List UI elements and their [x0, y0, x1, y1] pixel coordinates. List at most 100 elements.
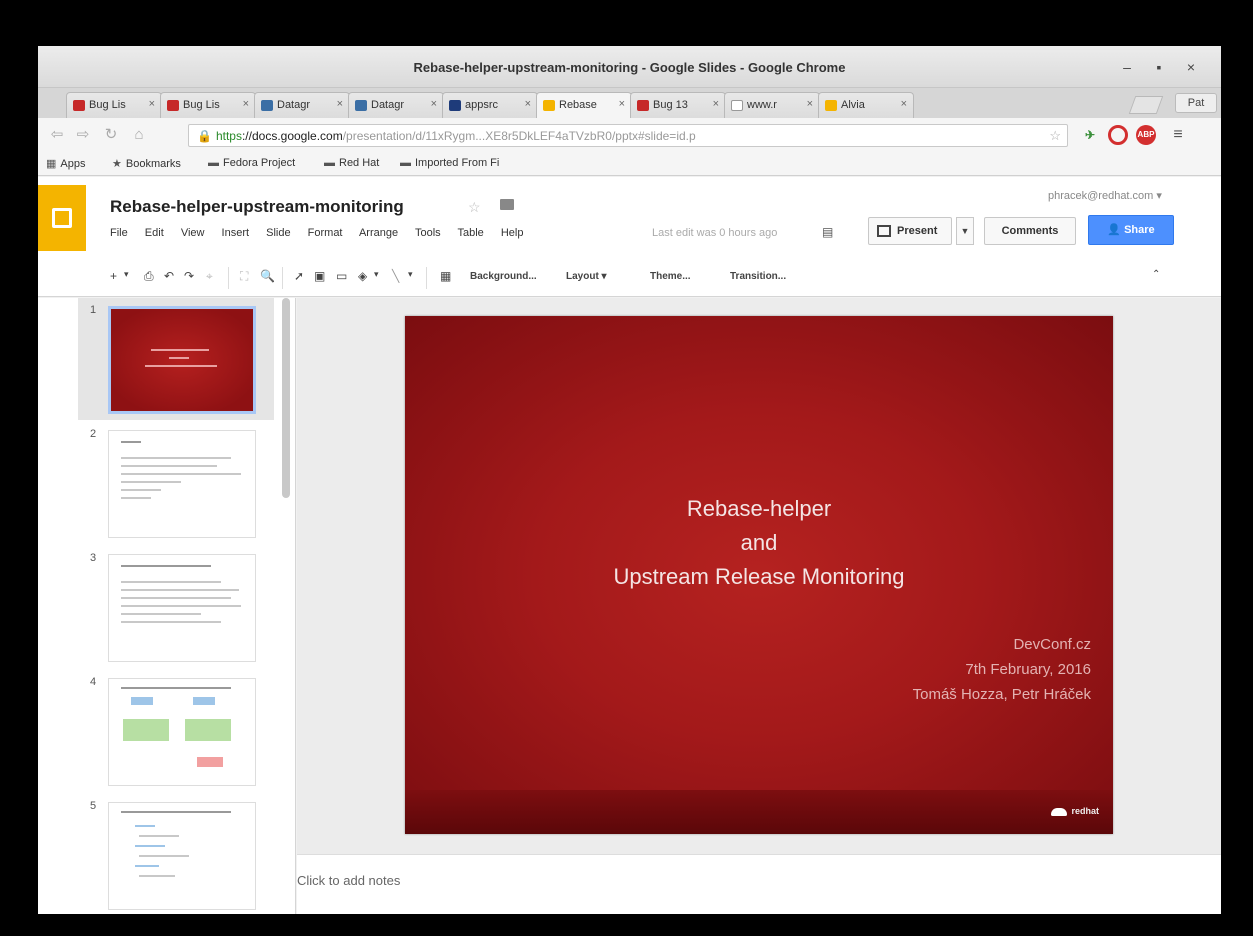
menu-slide[interactable]: Slide — [266, 227, 290, 239]
line-icon[interactable]: ╲ — [392, 269, 399, 283]
share-button[interactable]: 👤 Share — [1088, 215, 1174, 245]
folder-icon[interactable] — [500, 199, 514, 210]
tab-favicon-icon — [355, 100, 367, 111]
minimize-button[interactable]: – — [1118, 58, 1136, 76]
browser-tab[interactable]: appsrc × — [442, 92, 538, 118]
menu-format[interactable]: Format — [308, 227, 343, 239]
last-edit-link[interactable]: Last edit was 0 hours ago — [652, 227, 777, 239]
layout-button[interactable]: Layout ▾ — [566, 271, 607, 282]
chevron-down-icon[interactable]: ▾ — [374, 269, 379, 280]
browser-tab[interactable]: Bug 13 × — [630, 92, 726, 118]
undo-icon[interactable]: ↶ — [164, 269, 174, 283]
bookmark-red-hat[interactable]: ▬ Red Hat — [324, 157, 379, 169]
profile-button[interactable]: Pat — [1175, 93, 1217, 113]
adblock-icon[interactable]: ABP — [1136, 125, 1156, 145]
close-tab-icon[interactable]: × — [807, 98, 813, 110]
slide-thumbnail-4[interactable] — [108, 678, 256, 786]
comments-button[interactable]: Comments — [984, 217, 1076, 245]
redhat-hat-icon — [1051, 807, 1068, 816]
present-dropdown-button[interactable]: ▼ — [956, 217, 974, 245]
close-tab-icon[interactable]: × — [619, 98, 625, 110]
slide-thumbnail-3[interactable] — [108, 554, 256, 662]
bookmark-apps[interactable]: ▦ Apps — [46, 157, 85, 170]
current-slide[interactable]: Rebase-helper and Upstream Release Monit… — [405, 316, 1113, 834]
select-arrow-icon[interactable]: ➚ — [294, 269, 304, 283]
close-tab-icon[interactable]: × — [243, 98, 249, 110]
close-tab-icon[interactable]: × — [713, 98, 719, 110]
tab-label: Bug 13 — [653, 99, 688, 111]
slides-logo-icon[interactable] — [38, 185, 86, 251]
tab-favicon-icon — [825, 100, 837, 111]
zoom-icon[interactable]: 🔍 — [260, 269, 275, 283]
star-icon[interactable]: ☆ — [468, 199, 481, 216]
close-tab-icon[interactable]: × — [525, 98, 531, 110]
collapse-toolbar-icon[interactable]: ⌃ — [1152, 269, 1160, 280]
tab-label: Bug Lis — [89, 99, 126, 111]
slide-thumbnail-2[interactable] — [108, 430, 256, 538]
menu-edit[interactable]: Edit — [145, 227, 164, 239]
bookmark-bookmarks[interactable]: ★ Bookmarks — [112, 157, 181, 170]
redo-icon[interactable]: ↷ — [184, 269, 194, 283]
present-button[interactable]: Present — [868, 217, 952, 245]
menu-help[interactable]: Help — [501, 227, 524, 239]
chevron-down-icon[interactable]: ▾ — [124, 269, 129, 280]
close-window-button[interactable]: × — [1182, 58, 1200, 76]
account-email[interactable]: phracek@redhat.com ▾ — [1048, 189, 1162, 202]
tab-favicon-icon — [449, 100, 461, 111]
tab-label: www.r — [747, 99, 777, 111]
url-bar[interactable]: 🔒 https://docs.google.com/presentation/d/… — [188, 124, 1068, 147]
close-tab-icon[interactable]: × — [431, 98, 437, 110]
theme-button[interactable]: Theme... — [650, 271, 691, 282]
browser-tab[interactable]: Datagr × — [348, 92, 444, 118]
menu-arrange[interactable]: Arrange — [359, 227, 398, 239]
extension-icon[interactable]: ✈ — [1080, 125, 1100, 145]
text-box-icon[interactable]: ▣ — [314, 269, 325, 283]
back-arrow-icon[interactable]: ⇦ — [48, 127, 66, 143]
tab-label: Bug Lis — [183, 99, 220, 111]
slide-thumbnail-5[interactable] — [108, 802, 256, 910]
home-icon[interactable]: ⌂ — [130, 127, 148, 143]
zoom-fit-icon[interactable]: ⛶ — [240, 269, 248, 284]
menu-view[interactable]: View — [181, 227, 205, 239]
star-icon: ★ — [112, 158, 122, 170]
close-tab-icon[interactable]: × — [901, 98, 907, 110]
menu-table[interactable]: Table — [458, 227, 484, 239]
slide-subtitle[interactable]: DevConf.cz 7th February, 2016 Tomáš Hozz… — [913, 632, 1091, 707]
speaker-notes[interactable]: Click to add notes — [297, 854, 1221, 914]
browser-tab[interactable]: Alvia × — [818, 92, 914, 118]
slide-title[interactable]: Rebase-helper and Upstream Release Monit… — [405, 492, 1113, 594]
browser-tab[interactable]: Bug Lis × — [160, 92, 256, 118]
browser-tab-active[interactable]: Rebase × — [536, 92, 632, 118]
slide-thumbnail-1[interactable] — [108, 306, 256, 414]
close-tab-icon[interactable]: × — [149, 98, 155, 110]
chat-icon[interactable]: ▤ — [822, 225, 833, 239]
forward-arrow-icon[interactable]: ⇨ — [74, 127, 92, 143]
print-icon[interactable]: ⎙ — [144, 269, 154, 284]
transition-button[interactable]: Transition... — [730, 271, 786, 282]
maximize-button[interactable]: ▪ — [1150, 58, 1168, 76]
comment-icon[interactable]: ▦ — [440, 269, 451, 283]
new-slide-icon[interactable]: + — [110, 269, 117, 283]
new-tab-button[interactable] — [1128, 96, 1164, 114]
browser-tab[interactable]: www.r × — [724, 92, 820, 118]
image-icon[interactable]: ▭ — [336, 269, 347, 283]
menu-tools[interactable]: Tools — [415, 227, 441, 239]
menu-insert[interactable]: Insert — [222, 227, 250, 239]
reload-icon[interactable]: ↻ — [102, 127, 120, 143]
browser-tab[interactable]: Bug Lis × — [66, 92, 162, 118]
background-button[interactable]: Background... — [470, 271, 537, 282]
bookmark-fedora-project[interactable]: ▬ Fedora Project — [208, 157, 295, 169]
folder-icon: ▬ — [208, 157, 219, 169]
menu-file[interactable]: File — [110, 227, 128, 239]
bookmark-star-icon[interactable]: ☆ — [1049, 128, 1061, 144]
menu-icon[interactable]: ≡ — [1168, 125, 1188, 145]
bookmark-imported[interactable]: ▬ Imported From Fi — [400, 157, 499, 169]
close-tab-icon[interactable]: × — [337, 98, 343, 110]
shape-icon[interactable]: ◈ — [358, 269, 367, 283]
paint-format-icon[interactable]: ⌖ — [206, 269, 213, 284]
filmstrip-scrollbar[interactable] — [282, 298, 290, 498]
document-title[interactable]: Rebase-helper-upstream-monitoring — [110, 197, 404, 217]
browser-tab[interactable]: Datagr × — [254, 92, 350, 118]
chevron-down-icon[interactable]: ▾ — [408, 269, 413, 280]
opera-icon[interactable] — [1108, 125, 1128, 145]
